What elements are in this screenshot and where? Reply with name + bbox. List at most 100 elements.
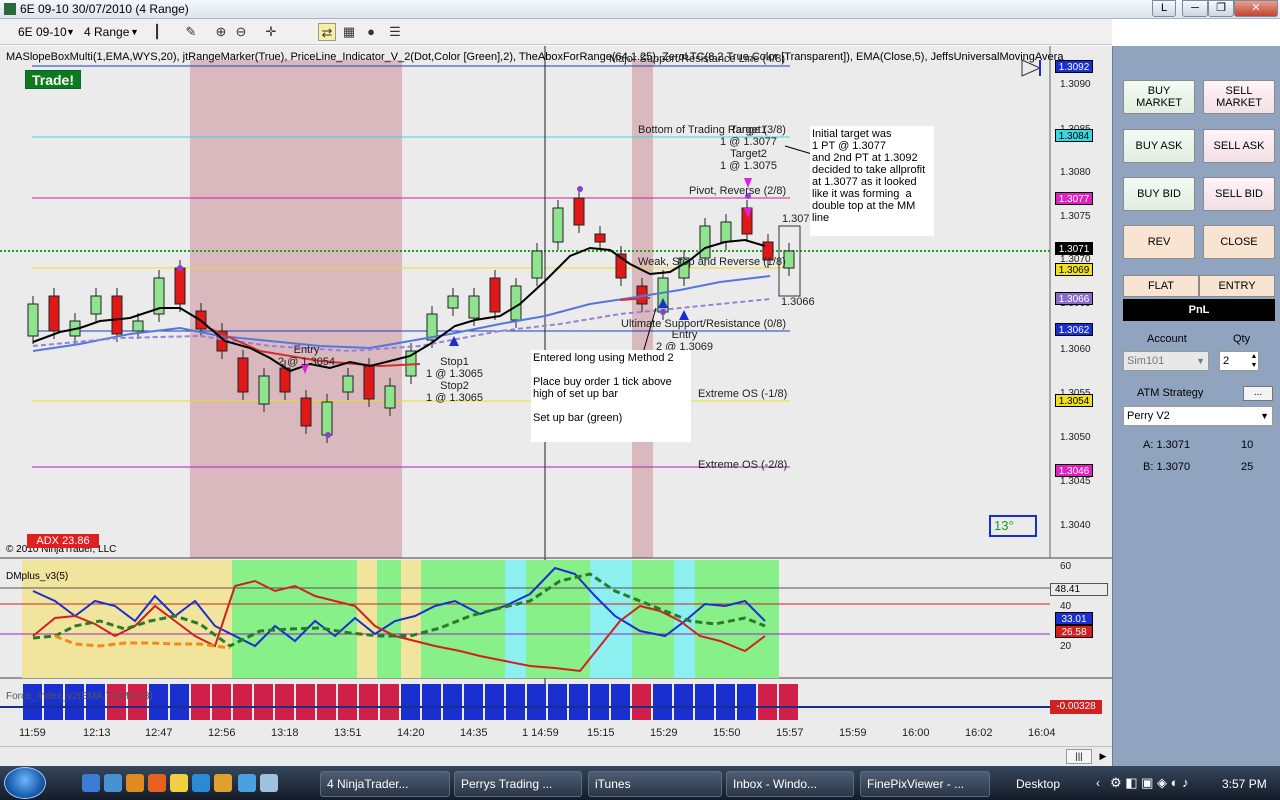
minimize-button[interactable]: ─ — [1182, 0, 1208, 17]
time-tick: 16:00 — [902, 727, 930, 739]
title-bar: 6E 09-10 30/07/2010 (4 Range) L ─ ❐ ✕ — [0, 0, 1280, 19]
maximize-button[interactable]: ❐ — [1208, 0, 1234, 17]
level-label-ext-os1: Extreme OS (-1/8) — [698, 388, 788, 400]
force-label: Force_Index_v2(EMA,7,EMA,13) — [6, 691, 153, 702]
buy-ask-button[interactable]: BUY ASK — [1123, 129, 1195, 163]
properties-icon[interactable]: ☰ — [386, 23, 404, 41]
atm-select[interactable]: Perry V2 ▼ — [1123, 406, 1273, 426]
scroll-right-icon[interactable]: ▶ — [1096, 749, 1110, 764]
force-bar — [506, 684, 525, 720]
tray-expand-icon[interactable]: ‹ — [1096, 776, 1100, 790]
taskbar-item-perrys[interactable]: Perrys Trading ... — [454, 771, 582, 797]
atm-more-button[interactable]: ... — [1243, 386, 1273, 401]
force-bar — [674, 684, 693, 720]
qty-stepper-icon[interactable]: ▲ ▼ — [1248, 352, 1260, 370]
taskbar-item-itunes[interactable]: iTunes — [588, 771, 722, 797]
app-icon-2[interactable] — [238, 774, 256, 792]
atm-label: ATM Strategy — [1137, 387, 1204, 399]
force-bar — [107, 684, 126, 720]
period-selector[interactable]: 4 Range — [84, 23, 129, 41]
candle-body — [132, 320, 144, 332]
sell-market-button[interactable]: SELL MARKET — [1203, 80, 1275, 114]
force-bar — [590, 684, 609, 720]
indicators-icon[interactable]: ▦ — [340, 23, 358, 41]
strategies-icon[interactable]: ⇄ — [318, 23, 336, 41]
media-player-icon[interactable] — [126, 774, 144, 792]
start-button[interactable] — [4, 767, 46, 799]
force-bar — [611, 684, 630, 720]
bar-type-icon[interactable]: ┃ — [148, 23, 166, 41]
candle-body — [237, 357, 249, 393]
tray-icons[interactable]: ⚙ ◧ ▣ ◈ ◐ ♪ — [1110, 775, 1189, 791]
instrument-dropdown-icon[interactable]: ▼ — [66, 23, 75, 41]
draw-icon[interactable]: ✎ — [182, 23, 200, 41]
record-icon[interactable]: ● — [362, 23, 380, 41]
force-bar — [632, 684, 651, 720]
explorer-icon[interactable] — [104, 774, 122, 792]
account-label: Account — [1147, 333, 1187, 345]
entry-button[interactable]: ENTRY — [1199, 275, 1275, 297]
chart-toolbar: 6E 09-10 ▼ 4 Range ▼ ┃ ✎ ⊕ ⊖ ✛ ⇄ ▦ ● ☰ — [0, 19, 1112, 45]
force-bar — [401, 684, 420, 720]
firefox-icon[interactable] — [148, 774, 166, 792]
account-dropdown-icon[interactable]: ▼ — [1196, 352, 1205, 370]
force-bar — [695, 684, 714, 720]
time-tick: 12:56 — [208, 727, 236, 739]
price-tag-major: 1.3092 — [1055, 60, 1093, 73]
force-bar — [758, 684, 777, 720]
crosshair-icon[interactable]: ✛ — [262, 23, 280, 41]
buy-market-button[interactable]: BUY MARKET — [1123, 80, 1195, 114]
taskbar-item-ninjatrader[interactable]: 4 NinjaTrader... — [320, 771, 450, 797]
price-tag-last: 1.3071 — [1055, 242, 1093, 255]
adx-badge: ADX 23.86 — [27, 534, 99, 548]
period-dropdown-icon[interactable]: ▼ — [130, 23, 139, 41]
time-tick: 1 14:59 — [522, 727, 559, 739]
reverse-button[interactable]: REV — [1123, 225, 1195, 259]
instrument-selector[interactable]: 6E 09-10 — [18, 23, 67, 41]
close-position-button[interactable]: CLOSE — [1203, 225, 1275, 259]
ask-size: 10 — [1241, 439, 1254, 451]
horizontal-scrollbar[interactable]: ||| ▶ — [0, 746, 1112, 766]
candle-body — [468, 295, 480, 319]
account-select[interactable]: Sim101 ▼ — [1123, 351, 1209, 371]
price-tag-ultimate: 1.3062 — [1055, 323, 1093, 336]
close-window-button[interactable]: ✕ — [1234, 0, 1278, 17]
force-bar — [86, 684, 105, 720]
temperature-box: 13° — [989, 515, 1037, 537]
force-bar — [569, 684, 588, 720]
time-tick: 12:13 — [83, 727, 111, 739]
dmplus-tag-3: 26.58 — [1055, 625, 1093, 638]
candle-body — [342, 375, 354, 393]
folder-icon[interactable] — [170, 774, 188, 792]
ie-icon[interactable] — [192, 774, 210, 792]
time-tick: 13:51 — [334, 727, 362, 739]
desktop-toolbar-label[interactable]: Desktop — [1016, 777, 1060, 791]
entry1-annotation: Entry 2 @ 1.3054 — [278, 344, 336, 368]
force-tag: -0.00328 — [1050, 700, 1102, 714]
force-bar — [128, 684, 147, 720]
chart-area[interactable]: MASlopeBoxMulti(1,EMA,WYS,20), jtRangeMa… — [0, 46, 1112, 746]
app-icon — [4, 3, 16, 15]
taskbar-item-finepix[interactable]: FinePixViewer - ... — [860, 771, 990, 797]
zoom-out-icon[interactable]: ⊖ — [232, 23, 250, 41]
force-bar — [548, 684, 567, 720]
messenger-icon[interactable] — [214, 774, 232, 792]
price-tag-ext1: 1.3054 — [1055, 394, 1093, 407]
price-tick: 1.3060 — [1060, 344, 1091, 355]
show-desktop-icon[interactable] — [82, 774, 100, 792]
sell-bid-button[interactable]: SELL BID — [1203, 177, 1275, 211]
scroll-thumb[interactable]: ||| — [1066, 749, 1092, 764]
qty-input[interactable]: 2 ▲ ▼ — [1219, 351, 1259, 371]
app-icon-3[interactable] — [260, 774, 278, 792]
time-tick: 14:20 — [397, 727, 425, 739]
taskbar-item-inbox[interactable]: Inbox - Windo... — [726, 771, 854, 797]
buy-bid-button[interactable]: BUY BID — [1123, 177, 1195, 211]
candle-body — [363, 365, 375, 400]
sell-ask-button[interactable]: SELL ASK — [1203, 129, 1275, 163]
flat-button[interactable]: FLAT — [1123, 275, 1199, 297]
time-tick: 16:04 — [1028, 727, 1056, 739]
window-menu-button[interactable]: L — [1152, 0, 1176, 17]
atm-dropdown-icon[interactable]: ▼ — [1260, 407, 1269, 425]
price-tag-ext2: 1.3046 — [1055, 464, 1093, 477]
zoom-in-icon[interactable]: ⊕ — [212, 23, 230, 41]
